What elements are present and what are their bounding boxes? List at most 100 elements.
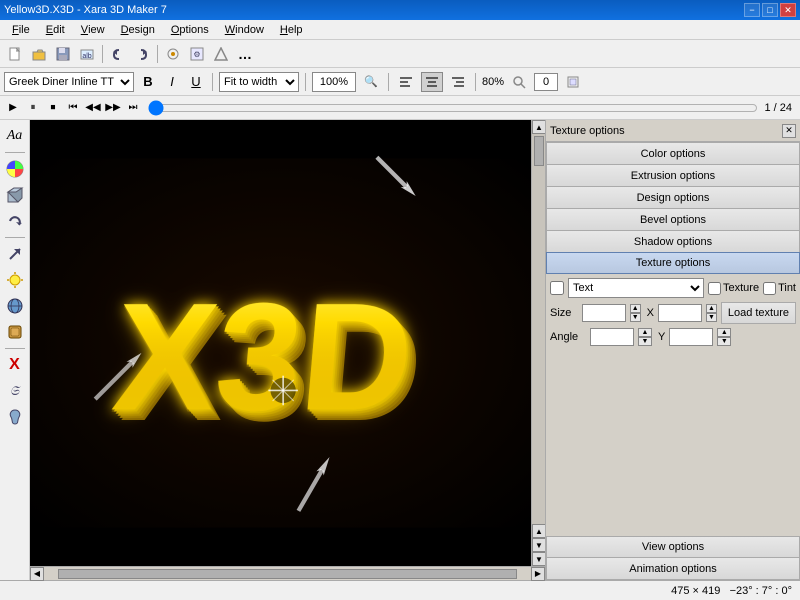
panel-spacer <box>546 409 800 536</box>
shape-tool[interactable] <box>3 320 27 344</box>
canvas-v-track <box>532 134 545 524</box>
rotation-input[interactable] <box>534 73 558 91</box>
shadow-options-button[interactable]: Shadow options <box>546 230 800 252</box>
right-panel: Texture options ✕ Color options Extrusio… <box>545 120 800 580</box>
prev-end-button[interactable]: ⏮ <box>64 99 82 117</box>
minimize-button[interactable]: − <box>744 3 760 17</box>
hscroll-right[interactable]: ▶ <box>531 567 545 581</box>
zoom-icon[interactable]: 🔍 <box>360 71 382 93</box>
y-spin-dn[interactable]: ▼ <box>717 337 731 346</box>
stop-button[interactable]: ⏹ <box>44 99 62 117</box>
bevel-options-button[interactable]: Bevel options <box>546 208 800 230</box>
extrusion-options-button[interactable]: Extrusion options <box>546 164 800 186</box>
toolbar-sep-2 <box>157 45 158 63</box>
arrow-tool[interactable] <box>3 242 27 266</box>
properties-button[interactable] <box>210 43 232 65</box>
font-select[interactable]: Greek Diner Inline TT <box>4 72 134 92</box>
left-toolbar: Aa X 𝔖 <box>0 120 30 580</box>
menu-view[interactable]: View <box>73 21 113 39</box>
menu-edit[interactable]: Edit <box>38 21 73 39</box>
hscroll-left[interactable]: ◀ <box>30 567 44 581</box>
export-button[interactable]: alb <box>76 43 98 65</box>
canvas-content: X3D X3D X3D X3D X3D X3D X3D X3D <box>30 120 531 566</box>
globe-tool[interactable] <box>3 294 27 318</box>
underline-button[interactable]: U <box>186 72 206 92</box>
new-button[interactable] <box>4 43 26 65</box>
align-center-button[interactable] <box>421 72 443 92</box>
color-options-button[interactable]: Color options <box>546 142 800 164</box>
light-tool[interactable] <box>3 268 27 292</box>
prev-frame-button[interactable]: ◀◀ <box>84 99 102 117</box>
italic-button[interactable]: I <box>162 72 182 92</box>
x-input[interactable] <box>658 304 702 322</box>
special-tool-1[interactable]: 𝔖 <box>3 379 27 403</box>
x-spin-dn[interactable]: ▼ <box>706 313 717 322</box>
redo-button[interactable] <box>131 43 153 65</box>
next-end-button[interactable]: ⏭ <box>124 99 142 117</box>
play-button[interactable]: ▶ <box>4 99 22 117</box>
h-scroll-thumb[interactable] <box>58 569 517 579</box>
special-tool-2[interactable] <box>3 405 27 429</box>
options-button[interactable]: ⚙ <box>186 43 208 65</box>
save-button[interactable] <box>52 43 74 65</box>
texture-checkbox[interactable] <box>708 282 721 295</box>
open-button[interactable] <box>28 43 50 65</box>
animation-options-button[interactable]: Animation options <box>546 558 800 580</box>
menu-file[interactable]: File <box>4 21 38 39</box>
y-spin-up[interactable]: ▲ <box>717 328 731 337</box>
more-button[interactable]: … <box>234 43 256 65</box>
menu-window[interactable]: Window <box>217 21 272 39</box>
canvas-scroll-page-dn[interactable]: ▼ <box>532 538 546 552</box>
x3d-canvas: X3D X3D X3D X3D X3D X3D X3D X3D <box>30 120 531 566</box>
size-input[interactable] <box>582 304 626 322</box>
close-button[interactable]: ✕ <box>780 3 796 17</box>
texture-options-button[interactable]: Texture options <box>546 252 800 274</box>
canvas-scroll-up[interactable]: ▲ <box>532 120 546 134</box>
restore-button[interactable]: □ <box>762 3 778 17</box>
size-spin-dn[interactable]: ▼ <box>630 313 641 322</box>
aa-tool-label[interactable]: Aa <box>3 124 27 148</box>
menu-design[interactable]: Design <box>113 21 163 39</box>
angle-spin-dn[interactable]: ▼ <box>638 337 652 346</box>
rotate-tool[interactable] <box>3 209 27 233</box>
frame-slider[interactable] <box>148 101 758 115</box>
right-panel-close[interactable]: ✕ <box>782 124 796 138</box>
menu-help[interactable]: Help <box>272 21 311 39</box>
zoom-input[interactable] <box>312 72 356 92</box>
next-frame-button[interactable]: ▶▶ <box>104 99 122 117</box>
canvas-scroll-down[interactable]: ▼ <box>532 552 546 566</box>
angle-input[interactable] <box>590 328 634 346</box>
y-input[interactable] <box>669 328 713 346</box>
zoom-80-icon[interactable] <box>508 71 530 93</box>
tint-checkbox[interactable] <box>763 282 776 295</box>
color-wheel-tool[interactable] <box>3 157 27 181</box>
texture-row-1: Text Texture Tint <box>550 278 796 298</box>
x-tool[interactable]: X <box>3 353 27 377</box>
cursor-button[interactable] <box>162 43 184 65</box>
rotation-icon[interactable] <box>562 71 584 93</box>
status-bar: 475 × 419 −23° : 7° : 0° <box>0 580 800 600</box>
undo-button[interactable] <box>107 43 129 65</box>
canvas-v-thumb[interactable] <box>534 136 544 166</box>
x-spin-up[interactable]: ▲ <box>706 304 717 313</box>
pause-button[interactable]: ⏸ <box>24 99 42 117</box>
bold-button[interactable]: B <box>138 72 158 92</box>
texture-checkbox-label: Texture <box>708 282 759 295</box>
canvas-area[interactable]: X3D X3D X3D X3D X3D X3D X3D X3D <box>30 120 531 566</box>
menu-options[interactable]: Options <box>163 21 217 39</box>
format-toolbar: Greek Diner Inline TT B I U Fit to width… <box>0 68 800 96</box>
load-texture-button[interactable]: Load texture <box>721 302 796 324</box>
fit-select[interactable]: Fit to width Fit to height Custom <box>219 72 299 92</box>
view-options-button[interactable]: View options <box>546 536 800 558</box>
extrusion-tool[interactable] <box>3 183 27 207</box>
texture-enable-checkbox[interactable] <box>550 281 564 295</box>
angle-spin-up[interactable]: ▲ <box>638 328 652 337</box>
align-right-button[interactable] <box>447 72 469 92</box>
design-options-button[interactable]: Design options <box>546 186 800 208</box>
canvas-scroll-page-up[interactable]: ▲ <box>532 524 546 538</box>
main-area: Aa X 𝔖 <box>0 120 800 580</box>
right-panel-title: Texture options <box>550 125 625 137</box>
size-spin-up[interactable]: ▲ <box>630 304 641 313</box>
texture-type-select[interactable]: Text <box>568 278 704 298</box>
align-left-button[interactable] <box>395 72 417 92</box>
